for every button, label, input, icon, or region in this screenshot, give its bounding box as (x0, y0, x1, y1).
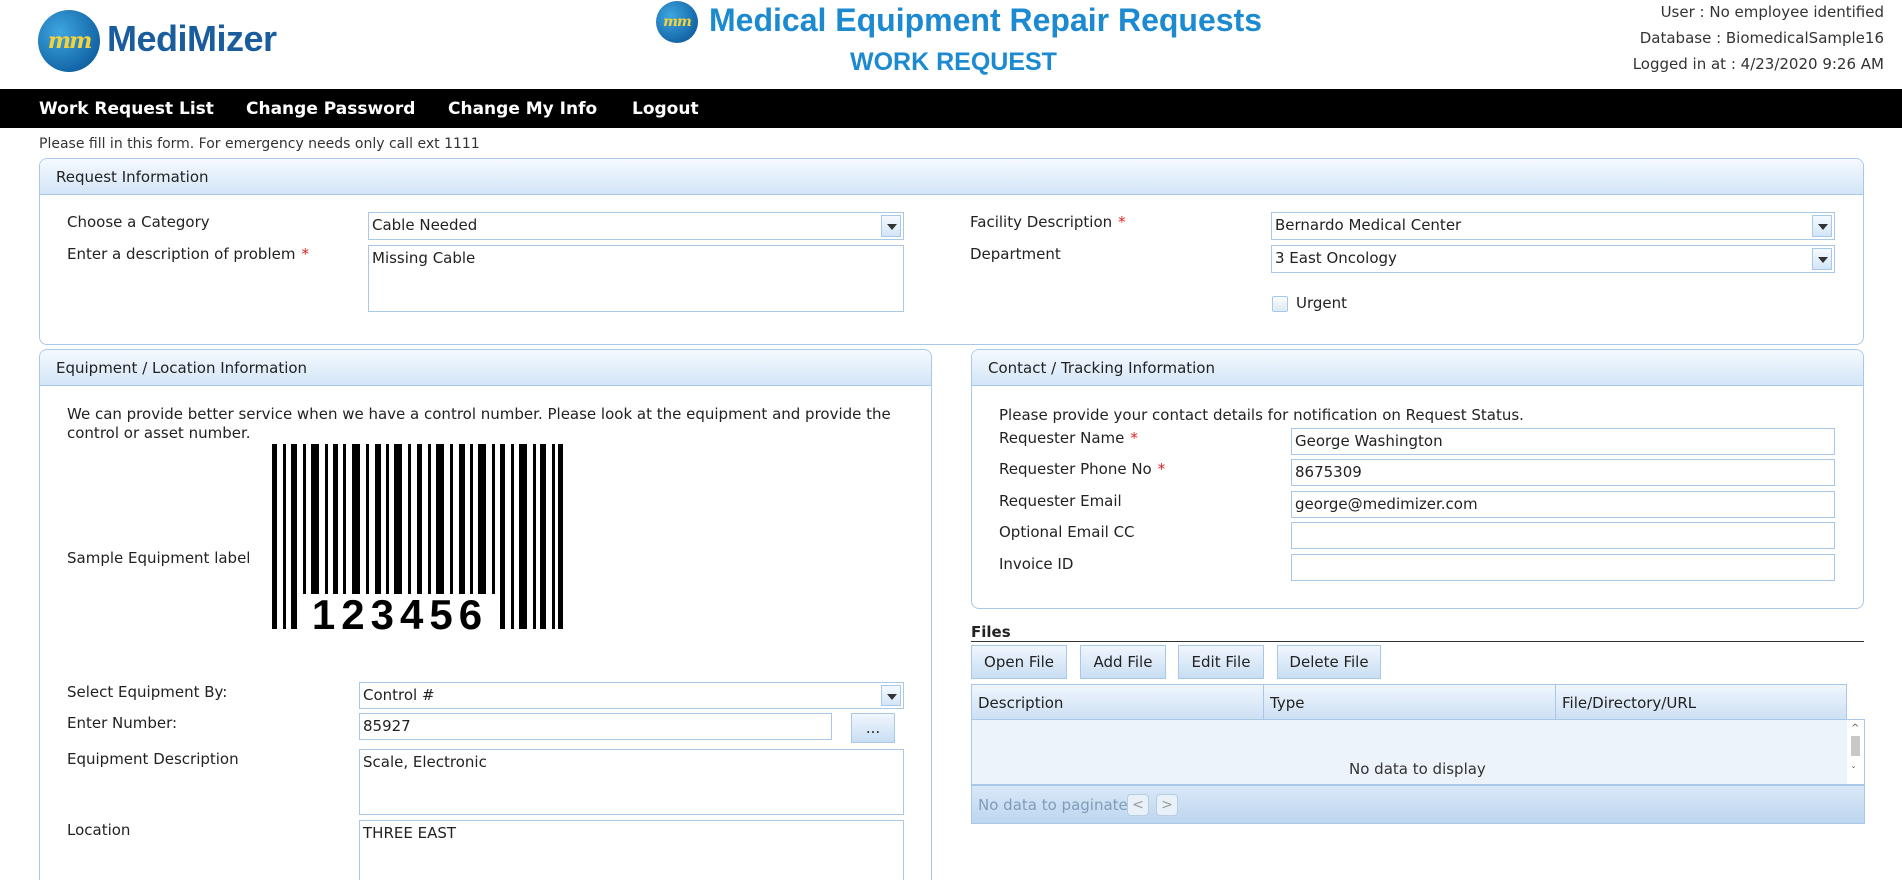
chevron-down-icon[interactable] (881, 685, 901, 706)
nav-change-my-info[interactable]: Change My Info (448, 99, 597, 119)
add-file-button[interactable]: Add File (1080, 645, 1166, 679)
column-header-description[interactable]: Description (972, 685, 1264, 719)
facility-select[interactable]: Bernardo Medical Center (1271, 212, 1835, 240)
select-by-value: Control # (363, 686, 435, 704)
requester-phone-input[interactable]: 8675309 (1291, 459, 1835, 486)
scroll-thumb[interactable] (1851, 736, 1860, 756)
problem-label: Enter a description of problem * (67, 245, 309, 263)
files-title: Files (971, 623, 1011, 641)
category-select[interactable]: Cable Needed (368, 212, 904, 240)
database-info: Database : BiomedicalSample16 (1639, 29, 1884, 47)
chevron-down-icon[interactable] (1812, 248, 1832, 270)
required-icon: * (1157, 460, 1166, 478)
required-icon: * (1118, 213, 1126, 231)
number-label: Enter Number: (67, 714, 178, 732)
scroll-down-icon[interactable]: ˇ (1851, 766, 1856, 777)
problem-textarea[interactable]: Missing Cable (368, 245, 904, 312)
invoice-id-input[interactable] (1291, 554, 1835, 581)
contact-intro: Please provide your contact details for … (999, 406, 1524, 424)
department-select[interactable]: 3 East Oncology (1271, 245, 1835, 273)
requester-email-input[interactable]: george@medimizer.com (1291, 491, 1835, 518)
barcode-digits: 123456 (312, 591, 488, 634)
facility-label: Facility Description * (970, 213, 1126, 231)
edit-file-button[interactable]: Edit File (1178, 645, 1264, 679)
requester-phone-label-text: Requester Phone No (999, 460, 1152, 478)
email-cc-label: Optional Email CC (999, 523, 1135, 541)
requester-name-label: Requester Name * (999, 429, 1138, 447)
category-value: Cable Needed (372, 216, 478, 234)
equipment-description-label: Equipment Description (67, 750, 239, 768)
invoice-id-label: Invoice ID (999, 555, 1074, 573)
facility-value: Bernardo Medical Center (1275, 216, 1462, 234)
contact-title: Contact / Tracking Information (972, 350, 1863, 386)
chevron-down-icon[interactable] (881, 215, 901, 237)
page-subtitle: WORK REQUEST (850, 48, 1057, 76)
files-divider (971, 641, 1864, 642)
nav-change-password[interactable]: Change Password (246, 99, 415, 119)
number-input[interactable]: 85927 (359, 713, 832, 740)
requester-phone-label: Requester Phone No * (999, 460, 1165, 478)
required-icon: * (301, 245, 309, 263)
request-info-title: Request Information (40, 159, 1863, 195)
sample-label-caption: Sample Equipment label (67, 549, 251, 567)
pager-next-icon[interactable]: > (1156, 794, 1178, 816)
files-scrollbar[interactable]: ^ ˇ (1847, 720, 1864, 784)
equipment-intro: We can provide better service when we ha… (67, 405, 891, 442)
email-cc-input[interactable] (1291, 522, 1835, 549)
category-label: Choose a Category (67, 213, 210, 231)
required-icon: * (1130, 429, 1138, 447)
user-info: User : No employee identified (1660, 3, 1884, 21)
requester-name-input[interactable]: George Washington (1291, 428, 1835, 455)
emergency-notice: Please fill in this form. For emergency … (39, 136, 480, 152)
files-grid-body: No data to display ^ ˇ (971, 719, 1865, 785)
page-title: Medical Equipment Repair Requests (709, 2, 1263, 38)
urgent-checkbox[interactable] (1272, 296, 1288, 312)
select-by-label: Select Equipment By: (67, 683, 228, 701)
brand-name: MediMizer (107, 18, 277, 59)
files-pager: No data to paginate < > (971, 785, 1865, 824)
equipment-description-field[interactable]: Scale, Electronic (359, 749, 904, 815)
nav-logout[interactable]: Logout (632, 99, 699, 119)
equipment-title: Equipment / Location Information (40, 350, 931, 386)
location-field[interactable]: THREE EAST (359, 820, 904, 880)
select-by-select[interactable]: Control # (359, 682, 904, 709)
medimizer-logo-icon: mm (38, 10, 100, 72)
nav-bar: Work Request List Change Password Change… (0, 89, 1902, 128)
department-label: Department (970, 245, 1061, 263)
nav-work-request-list[interactable]: Work Request List (39, 99, 214, 119)
delete-file-button[interactable]: Delete File (1277, 645, 1381, 679)
pager-text: No data to paginate (978, 796, 1128, 814)
requester-email-label: Requester Email (999, 492, 1122, 510)
files-empty-text: No data to display (1349, 760, 1486, 778)
chevron-down-icon[interactable] (1812, 215, 1832, 237)
pager-prev-icon[interactable]: < (1127, 794, 1149, 816)
location-label: Location (67, 821, 131, 839)
barcode-image: 123456 (270, 444, 570, 638)
column-header-file[interactable]: File/Directory/URL (1556, 685, 1847, 719)
problem-label-text: Enter a description of problem (67, 245, 296, 263)
requester-name-label-text: Requester Name (999, 429, 1125, 447)
scroll-up-icon[interactable]: ^ (1851, 723, 1859, 734)
column-header-type[interactable]: Type (1264, 685, 1556, 719)
login-time: Logged in at : 4/23/2020 9:26 AM (1632, 55, 1884, 73)
equipment-lookup-button[interactable]: ... (851, 713, 895, 743)
files-grid-header: Description Type File/Directory/URL (971, 684, 1847, 720)
facility-label-text: Facility Description (970, 213, 1113, 231)
app-logo-icon: mm (656, 1, 698, 43)
department-value: 3 East Oncology (1275, 249, 1397, 267)
open-file-button[interactable]: Open File (971, 645, 1067, 679)
urgent-label[interactable]: Urgent (1296, 294, 1347, 312)
